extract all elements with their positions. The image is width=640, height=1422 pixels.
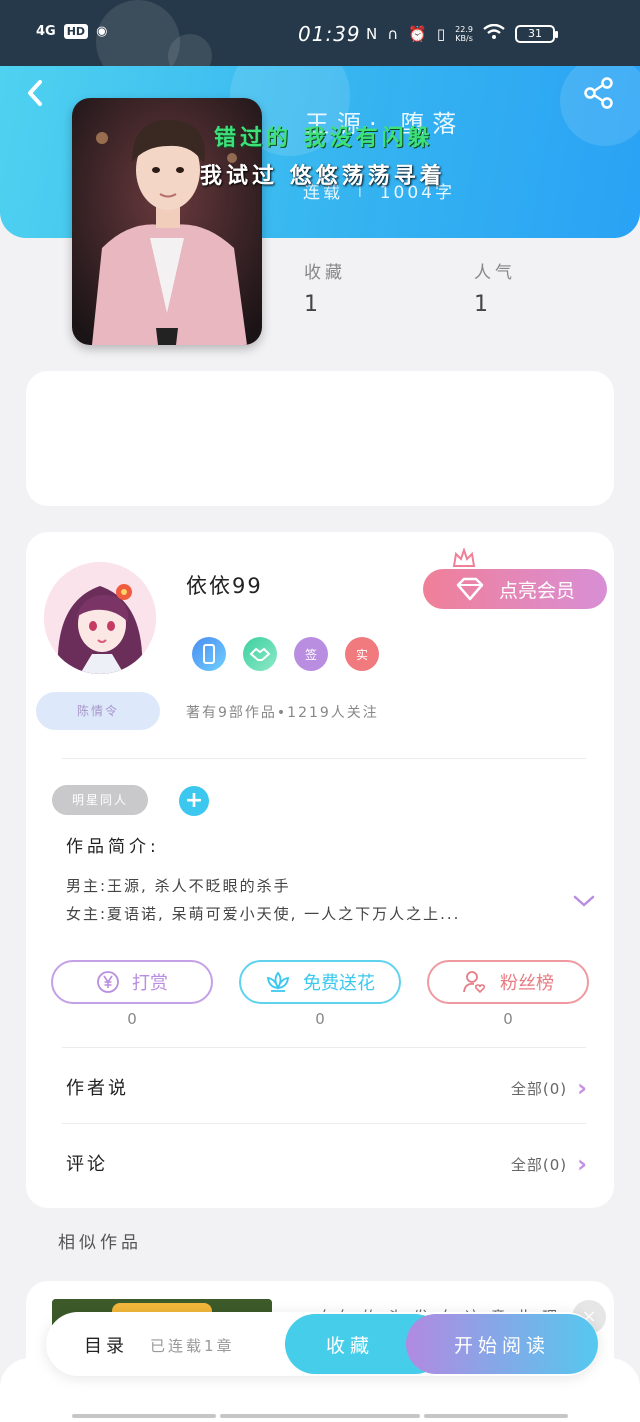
cover-lyric-line-2: 我试过 悠悠荡荡寻着 [200, 164, 446, 189]
status-bar: 4G HD ◉ 01:39 N ∩ ⏰ ▯ 22.9 KB/s 31 [0, 0, 640, 84]
toc-button[interactable]: 目录 [84, 1332, 128, 1358]
nav-indicator [72, 1414, 216, 1418]
crown-icon [452, 548, 476, 567]
wifi-icon [483, 23, 505, 44]
back-button[interactable] [22, 78, 52, 108]
popularity-value: 1 [474, 292, 488, 317]
user-heart-icon [463, 971, 486, 994]
intro-line-1: 男主:王源, 杀人不眨眼的杀手 [66, 877, 291, 895]
network-speed: 22.9 KB/s [455, 25, 473, 43]
status-right: N ∩ ⏰ ▯ 22.9 KB/s 31 [366, 23, 558, 44]
reward-button[interactable]: 打赏 [51, 960, 213, 1004]
chevron-right-icon: › [577, 1150, 588, 1178]
speed-unit: KB/s [455, 34, 473, 43]
fans-count: 0 [503, 1010, 513, 1028]
comments-all-link[interactable]: 全部(0) › [511, 1150, 588, 1178]
intro-title: 作品简介: [66, 837, 160, 857]
status-left: 4G HD ◉ [36, 24, 107, 39]
toc-status: 已连载1章 [150, 1337, 235, 1355]
nfc-icon: N [366, 25, 378, 43]
lotus-icon [266, 971, 290, 992]
add-tag-button[interactable]: + [179, 786, 209, 816]
author-badges: 签 实 [192, 637, 379, 671]
author-says-all-link[interactable]: 全部(0) › [511, 1074, 588, 1102]
handshake-badge-icon[interactable] [243, 637, 277, 671]
send-flower-label: 免费送花 [303, 973, 375, 994]
chevron-down-icon[interactable] [572, 892, 596, 910]
start-reading-button[interactable]: 开始阅读 [406, 1314, 598, 1374]
cover-lyric-line-1: 错过的 我没有闪躲 [214, 126, 434, 151]
share-icon [584, 77, 613, 109]
avatar-frame-badge: 陈情令 [36, 692, 160, 730]
fans-ranking-button[interactable]: 粉丝榜 [427, 960, 589, 1004]
popularity-label: 人气 [474, 263, 516, 283]
flower-count: 0 [315, 1010, 325, 1028]
battery-indicator: 31 [514, 25, 558, 43]
similar-works-title: 相似作品 [58, 1233, 142, 1253]
avatar-image [44, 562, 156, 674]
nav-indicator [220, 1414, 420, 1418]
send-flower-button[interactable]: 免费送花 [239, 960, 401, 1004]
yen-coin-icon [97, 971, 119, 993]
reward-count: 0 [127, 1010, 137, 1028]
phone-badge-icon[interactable] [192, 637, 226, 671]
headphones-icon: ∩ [387, 25, 399, 43]
chevron-right-icon: › [577, 1074, 588, 1102]
nav-indicator [424, 1414, 568, 1418]
verified-badge[interactable]: 实 [345, 637, 379, 671]
avatar[interactable] [44, 562, 156, 674]
diamond-icon [456, 577, 484, 601]
network-label: 4G [36, 24, 56, 39]
chevron-left-icon [28, 80, 42, 106]
tag-pill[interactable]: 明星同人 [52, 785, 148, 815]
signed-badge[interactable]: 签 [294, 637, 328, 671]
author-meta: 著有9部作品•1219人关注 [186, 705, 379, 721]
reward-label: 打赏 [132, 973, 168, 994]
favorites-value: 1 [304, 292, 318, 317]
author-says-label: 作者说 [66, 1078, 129, 1099]
comments-label: 评论 [66, 1154, 108, 1175]
empty-card [26, 371, 614, 506]
author-name[interactable]: 依依99 [186, 570, 263, 600]
app-notification-icon: ◉ [96, 24, 108, 39]
alarm-icon: ⏰ [408, 25, 427, 43]
vip-label: 点亮会员 [498, 579, 575, 602]
divider [62, 1123, 586, 1124]
vibrate-icon: ▯ [436, 25, 446, 43]
share-button[interactable] [582, 76, 616, 110]
author-says-all-label: 全部(0) [510, 1079, 568, 1098]
favorites-label: 收藏 [304, 263, 346, 283]
divider [62, 1047, 586, 1048]
intro-line-2: 女主:夏语诺, 呆萌可爱小天使, 一人之下万人之上... [66, 905, 461, 923]
clock: 01:39 [298, 22, 361, 46]
divider [62, 758, 586, 759]
comments-all-label: 全部(0) [510, 1155, 568, 1174]
hd-badge: HD [63, 24, 89, 39]
vip-button[interactable]: 点亮会员 [423, 569, 607, 609]
speed-value: 22.9 [455, 25, 473, 34]
start-reading-label: 开始阅读 [453, 1334, 550, 1357]
fans-ranking-label: 粉丝榜 [500, 973, 554, 994]
favorite-label: 收藏 [325, 1334, 374, 1357]
